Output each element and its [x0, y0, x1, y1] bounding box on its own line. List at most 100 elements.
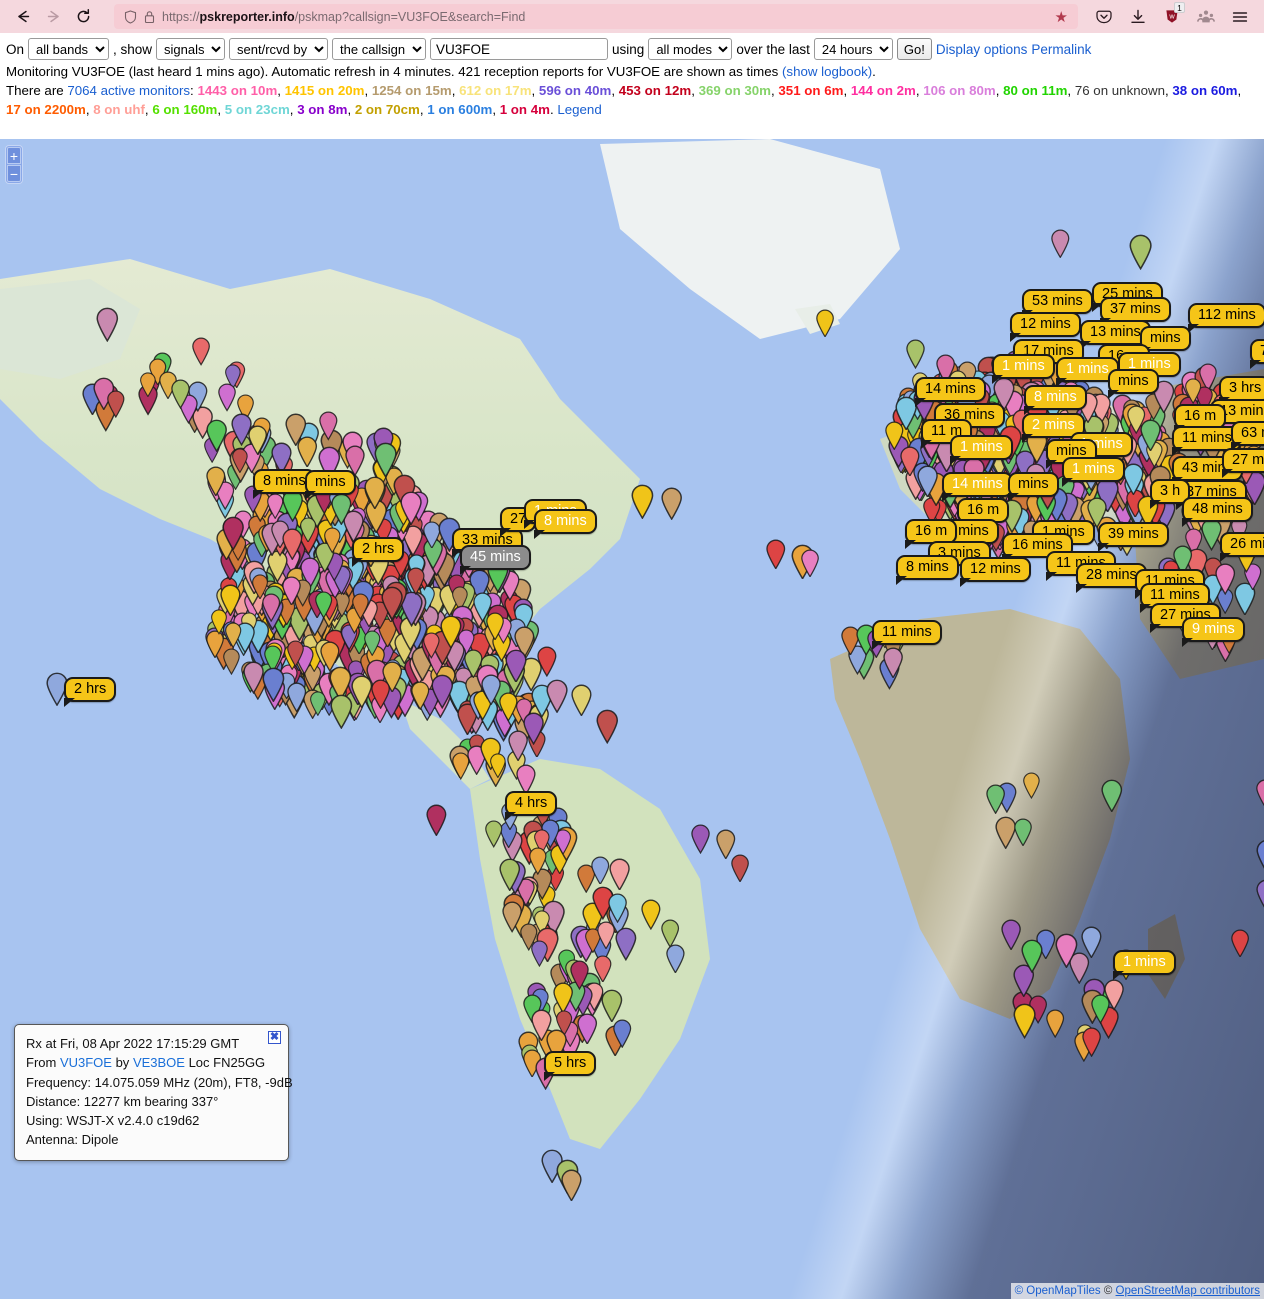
reception-marker[interactable] [205, 419, 228, 452]
reception-marker[interactable] [590, 856, 610, 885]
reception-time-callout[interactable]: 37 mins [1100, 297, 1171, 327]
reception-marker[interactable] [230, 413, 253, 446]
reception-marker[interactable] [286, 682, 307, 713]
reception-marker[interactable] [286, 640, 305, 668]
reception-time-callout[interactable]: 14 mins [942, 472, 1013, 502]
reception-marker[interactable] [560, 1169, 583, 1202]
reception-marker[interactable] [1122, 463, 1145, 496]
reception-time-callout[interactable]: 7 [1250, 339, 1264, 369]
reception-time-callout[interactable]: mins [1108, 369, 1159, 399]
popup-by-callsign[interactable]: VE3BOE [133, 1055, 185, 1070]
reception-marker[interactable] [221, 516, 245, 550]
reception-time-callout[interactable]: 1 mins [950, 435, 1013, 465]
reception-marker[interactable] [1184, 378, 1202, 405]
reception-marker[interactable] [528, 847, 548, 876]
reception-marker[interactable] [370, 679, 391, 709]
reception-marker[interactable] [410, 681, 431, 710]
reception-time-callout[interactable]: 26 min [1220, 532, 1264, 562]
reception-marker[interactable] [985, 784, 1006, 814]
reload-icon[interactable] [68, 2, 98, 32]
reception-marker[interactable] [1020, 939, 1044, 973]
reception-marker[interactable] [430, 674, 455, 709]
reception-marker[interactable] [1022, 772, 1041, 799]
reception-time-callout[interactable]: 9 mins [1182, 617, 1245, 647]
reception-marker[interactable] [800, 549, 820, 578]
reception-time-callout[interactable]: 2 hrs [352, 537, 405, 567]
reception-time-callout[interactable]: 8 mins [1023, 385, 1087, 415]
reception-marker[interactable] [205, 466, 227, 497]
reception-time-callout[interactable]: 1 mins [992, 354, 1055, 384]
permalink-link[interactable]: Permalink [1031, 42, 1091, 57]
reception-marker[interactable] [1013, 818, 1033, 847]
reception-marker[interactable] [314, 591, 333, 619]
download-icon[interactable] [1122, 2, 1154, 32]
reception-time-callout[interactable]: 3 hrs [1219, 376, 1264, 406]
reception-time-callout[interactable]: 2 hrs [64, 677, 117, 707]
go-button[interactable]: Go! [896, 38, 932, 60]
active-monitors-link[interactable]: 7064 active monitors [67, 83, 190, 98]
show-select[interactable]: signals [156, 38, 226, 60]
openstreetmap-link[interactable]: OpenStreetMap contributors [1116, 1285, 1260, 1297]
reception-marker[interactable] [545, 679, 569, 713]
reception-marker[interactable] [665, 944, 686, 974]
reception-marker[interactable] [660, 487, 683, 520]
reception-marker[interactable] [323, 527, 342, 554]
reception-marker[interactable] [905, 339, 926, 369]
bookmark-star-icon[interactable]: ★ [1049, 8, 1068, 26]
reception-marker[interactable] [480, 674, 502, 706]
pocket-save-icon[interactable] [1088, 2, 1120, 32]
reception-marker[interactable] [1255, 839, 1264, 874]
reception-marker[interactable] [765, 539, 787, 570]
reception-marker[interactable] [106, 390, 126, 418]
callsign-input[interactable] [430, 38, 609, 60]
reception-time-callout[interactable]: 1 mins [1062, 457, 1125, 487]
reception-marker[interactable] [489, 753, 507, 779]
popup-from-callsign[interactable]: VU3FOE [60, 1055, 112, 1070]
reception-marker[interactable] [1214, 563, 1236, 595]
reception-marker[interactable] [1100, 779, 1124, 813]
reception-marker[interactable] [690, 824, 711, 854]
reception-marker[interactable] [530, 940, 549, 967]
reception-marker[interactable] [501, 901, 523, 933]
reception-marker[interactable] [231, 448, 249, 473]
legend-link[interactable]: Legend [557, 102, 601, 117]
reception-marker[interactable] [640, 899, 662, 930]
reception-marker[interactable] [1255, 779, 1264, 807]
reception-time-callout[interactable]: 39 mins [1098, 522, 1169, 552]
reception-marker[interactable] [504, 649, 528, 683]
back-arrow-icon[interactable] [8, 2, 38, 32]
reception-marker[interactable] [219, 584, 242, 616]
reception-marker[interactable] [600, 989, 624, 1023]
reception-marker[interactable] [363, 476, 387, 510]
show-logbook-link[interactable]: (show logbook) [782, 64, 872, 79]
reception-marker[interactable] [1126, 405, 1146, 434]
reception-marker[interactable] [373, 442, 398, 478]
reception-marker[interactable] [95, 307, 120, 342]
reception-marker[interactable] [1045, 1009, 1065, 1038]
band-select[interactable]: all bands [28, 38, 110, 60]
reception-marker[interactable] [1090, 994, 1111, 1024]
time-range-select[interactable]: 24 hours [813, 38, 893, 60]
reception-marker[interactable] [191, 337, 211, 366]
reception-time-callout[interactable]: 8 mins [896, 555, 959, 585]
reception-time-callout[interactable]: mins [1008, 472, 1059, 502]
reception-time-callout[interactable]: mins [305, 470, 356, 500]
reception-marker[interactable] [139, 372, 157, 398]
reception-marker[interactable] [498, 858, 521, 891]
reception-time-callout[interactable]: 48 mins [1182, 497, 1253, 527]
reception-marker[interactable] [815, 309, 835, 338]
extension-icon[interactable]: w 1 [1156, 1, 1188, 32]
reception-marker[interactable] [261, 667, 286, 702]
reception-marker[interactable] [570, 684, 593, 717]
reception-marker[interactable] [569, 960, 590, 991]
reception-marker[interactable] [884, 421, 905, 450]
reception-time-callout[interactable]: 14 mins [915, 377, 986, 407]
openmaptiles-link[interactable]: © OpenMapTiles [1015, 1285, 1104, 1297]
reception-marker[interactable] [730, 854, 750, 883]
display-options-link[interactable]: Display options [936, 42, 1028, 57]
target-select[interactable]: the callsign [332, 38, 427, 60]
reception-marker[interactable] [595, 709, 619, 744]
reception-marker[interactable] [899, 446, 921, 477]
reception-marker[interactable] [380, 586, 404, 621]
reception-marker[interactable] [607, 893, 628, 923]
